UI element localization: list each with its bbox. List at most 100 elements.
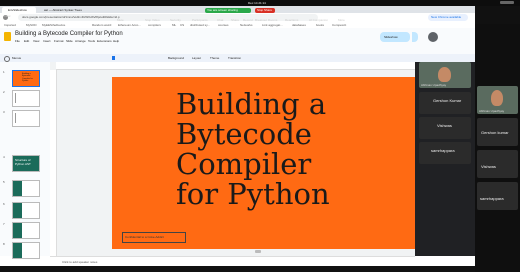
thumbnail-number: 5 — [3, 180, 5, 184]
slide-thumbnail-8[interactable] — [12, 242, 40, 259]
thumbnail-number: 7 — [3, 222, 5, 226]
slides-header: Building a Bytecode Compiler for Python … — [0, 28, 475, 54]
participant-tile[interactable]: Gershon kumar — [477, 118, 518, 146]
slide-canvas: Building a Bytecode Compiler for Python … — [50, 62, 432, 256]
doc-title[interactable]: Building a Bytecode Compiler for Python — [15, 31, 123, 37]
meeting-participants-panel: Abhinav Upadhyay Gershon Kumar Vishwas s… — [415, 62, 475, 256]
thumbnail-number: 1 — [3, 70, 5, 74]
clock: Dec 14 21:14 — [248, 1, 266, 5]
view-button[interactable]: View — [4, 14, 10, 18]
slide-footer: Confidential to a Coke-Addict — [125, 235, 164, 239]
update-label: New Chrome available — [431, 15, 462, 19]
thumbnail-number: 3 — [3, 110, 5, 114]
tab-label: ast — Abstract Syntax Trees — [44, 8, 82, 12]
participant-tile[interactable]: Vishwas — [477, 150, 518, 178]
slideshow-dropdown-icon[interactable] — [412, 32, 418, 42]
menu-edit[interactable]: Edit — [24, 39, 29, 43]
participant-name: samrhappara — [431, 148, 455, 153]
bookmark-item[interactable]: Imported — [4, 23, 16, 27]
slide-thumbnail-2[interactable] — [12, 90, 40, 107]
mute-button[interactable]: Mute — [117, 18, 124, 22]
menu-extensions[interactable]: Extensions — [97, 39, 112, 43]
record-button[interactable]: Record — [243, 18, 253, 22]
slide-title-line: Compiler — [176, 147, 312, 181]
participants-button[interactable]: Participants — [192, 18, 208, 22]
participant-tile[interactable]: Vishwas — [419, 117, 471, 139]
thumbnail-number: 8 — [3, 242, 5, 246]
menus-button[interactable]: Menus — [12, 56, 21, 60]
reactions-button[interactable]: Reactions — [285, 18, 298, 22]
menu-format[interactable]: Format — [54, 39, 64, 43]
slideshow-button[interactable]: Slideshow — [380, 32, 410, 42]
screen-share-frame: Dec 14 21:14 EnvSlideshow ast — Abstract… — [0, 0, 520, 272]
slide-footer-box[interactable]: Confidential to a Coke-Addict — [122, 232, 186, 243]
participant-name: Abhinav Upadhyay — [479, 109, 505, 113]
thumbnail-title: Building a Bytecode Compiler for Python — [22, 73, 33, 83]
participant-name: Vishwas — [481, 164, 496, 169]
thumbnail-title: Structure of Python AST — [15, 158, 31, 166]
slide-thumbnail-5[interactable] — [12, 180, 40, 197]
slide-title-line: for Python — [176, 177, 330, 211]
thumbnail-content — [15, 113, 36, 123]
breakout-rooms-button[interactable]: Breakout Rooms — [255, 18, 277, 22]
share-button[interactable]: Share — [231, 18, 239, 22]
ai-companion-button[interactable]: AI Companion — [309, 18, 328, 22]
vertical-ruler — [50, 70, 57, 256]
screen-sharing-badge[interactable]: You are screen sharing — [205, 8, 251, 13]
select-tool-icon[interactable] — [112, 56, 115, 60]
chat-button[interactable]: Chat — [217, 18, 223, 22]
menu-file[interactable]: File — [15, 39, 20, 43]
theme-button[interactable]: Theme — [210, 56, 219, 60]
menu-tools[interactable]: Tools — [88, 39, 95, 43]
participant-video-tile[interactable]: Abhinav Upadhyay — [477, 86, 518, 114]
screen-sharing-label: You are screen sharing — [207, 8, 238, 12]
meeting-controls: Mute Stop Video Security Participants Ch… — [95, 6, 365, 24]
participant-video-tile[interactable]: Abhinav Upadhyay — [419, 62, 471, 88]
thumbnail-number: 4 — [3, 155, 5, 159]
more-button[interactable]: More — [338, 18, 345, 22]
stop-video-button[interactable]: Stop Video — [145, 18, 160, 22]
participant-name: samrhappara — [480, 196, 504, 201]
layout-button[interactable]: Layout — [192, 56, 201, 60]
participant-tile[interactable]: samrhappara — [419, 142, 471, 164]
thumbnail-number: 2 — [3, 90, 5, 94]
bookmark-item[interactable]: MyEEStheDevice — [42, 23, 65, 27]
menu-slide[interactable]: Slide — [66, 39, 73, 43]
slides-toolbar: Menus Background Layout Theme Transition — [0, 54, 475, 62]
slideshow-label: Slideshow — [384, 35, 398, 39]
update-chip[interactable]: New Chrome available — [428, 14, 468, 21]
avatar[interactable] — [428, 32, 438, 42]
browser-window: EnvSlideshow ast — Abstract Syntax Trees… — [0, 6, 475, 267]
menu-help[interactable]: Help — [113, 39, 119, 43]
slide-thumbnail-6[interactable] — [12, 202, 40, 219]
menu-bar: File Edit View Insert Format Slide Arran… — [15, 39, 215, 44]
stop-share-label: Stop Share — [257, 8, 273, 12]
background-button[interactable]: Background — [168, 56, 184, 60]
participant-face — [438, 67, 451, 82]
notes-resize-handle[interactable] — [255, 250, 261, 253]
slide-thumbnail-7[interactable] — [12, 222, 40, 239]
thumbnail-content — [15, 93, 36, 103]
slide-title-line: Building a — [176, 87, 327, 121]
participant-name: Gershon Kumar — [433, 98, 462, 103]
notes-placeholder: Click to add speaker notes — [62, 260, 98, 264]
current-slide[interactable]: Building a Bytecode Compiler for Python … — [112, 77, 432, 249]
participant-tile[interactable]: Gershon Kumar — [419, 92, 471, 114]
menu-arrange[interactable]: Arrange — [75, 39, 86, 43]
security-button[interactable]: Security — [170, 18, 181, 22]
participant-tile[interactable]: samrhappara — [477, 182, 518, 210]
participant-name: Abhinav Upadhyay — [421, 83, 447, 87]
transition-button[interactable]: Transition — [228, 56, 241, 60]
menu-insert[interactable]: Insert — [43, 39, 51, 43]
slide-thumbnail-3[interactable] — [12, 110, 40, 127]
participant-name: Vishwas — [437, 123, 452, 128]
slide-thumbnail-4[interactable]: Structure of Python AST — [12, 155, 40, 172]
system-tray-icon — [500, 1, 514, 4]
slide-title[interactable]: Building a Bytecode Compiler for Python — [176, 89, 426, 209]
menu-view[interactable]: View — [33, 39, 39, 43]
slide-thumbnail-1[interactable]: Building a Bytecode Compiler for Python — [12, 70, 40, 87]
bookmark-item[interactable]: MySOD — [26, 23, 37, 27]
tab-label: EnvSlideshow — [8, 8, 27, 12]
stop-share-button[interactable]: Stop Share — [255, 8, 275, 13]
slides-logo-icon[interactable] — [4, 32, 11, 41]
